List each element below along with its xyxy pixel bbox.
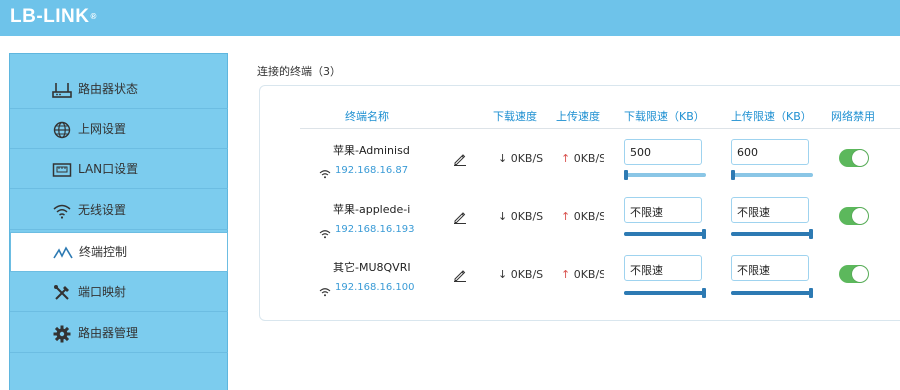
registered-mark: ® [90, 12, 97, 21]
down-limit-slider[interactable] [624, 170, 706, 180]
column-header-up-limit: 上传限速（KB） [731, 110, 812, 123]
lan-port-icon [52, 160, 72, 180]
up-speed: ↑ 0KB/S [561, 152, 604, 165]
down-limit-input[interactable]: 不限速 [624, 197, 702, 223]
up-limit-slider[interactable] [731, 288, 813, 298]
slider-thumb[interactable] [702, 288, 706, 298]
toggle-knob [852, 266, 868, 282]
network-toggle[interactable] [839, 207, 869, 225]
column-header-name: 终端名称 [345, 110, 389, 123]
slider-thumb[interactable] [624, 170, 629, 180]
down-limit-slider[interactable] [624, 229, 706, 239]
up-arrow-icon: ↑ [561, 152, 571, 165]
wifi-icon [319, 282, 331, 301]
page-title: 连接的终端（3） [257, 65, 341, 78]
slider-fill [731, 291, 813, 295]
up-limit-slider[interactable] [731, 170, 813, 180]
toggle-knob [852, 150, 868, 166]
wifi-icon [319, 224, 331, 243]
up-speed: ↑ 0KB/S [561, 210, 604, 223]
gear-icon [52, 324, 72, 344]
up-limit-input[interactable]: 600 [731, 139, 809, 165]
slider-fill [624, 291, 706, 295]
device-name: 其它-MU8QVRI [333, 261, 410, 274]
down-speed-value: 0KB/S [510, 268, 544, 281]
network-toggle[interactable] [839, 265, 869, 283]
sidebar-item-label: 上网设置 [78, 122, 127, 136]
slider-thumb[interactable] [702, 229, 706, 239]
column-header-down-speed: 下载速度 [493, 110, 537, 123]
down-speed: ↓ 0KB/S [498, 210, 556, 223]
down-speed: ↓ 0KB/S [498, 152, 556, 165]
slider-fill [624, 232, 706, 236]
up-speed-value: 0KB/S [573, 210, 604, 223]
sidebar-item-terminal-control[interactable]: 终端控制 [10, 232, 228, 272]
edit-icon[interactable] [453, 151, 467, 170]
up-speed: ↑ 0KB/S [561, 268, 604, 281]
device-ip: 192.168.16.87 [335, 165, 409, 176]
sidebar-item-label: LAN口设置 [78, 162, 139, 176]
wifi-icon [319, 164, 331, 183]
down-speed-value: 0KB/S [510, 210, 544, 223]
down-speed: ↓ 0KB/S [498, 268, 556, 281]
slider-fill [731, 232, 813, 236]
down-arrow-icon: ↓ [498, 210, 508, 223]
sidebar-item-port-mapping[interactable]: 端口映射 [10, 273, 228, 312]
up-speed-value: 0KB/S [573, 268, 604, 281]
down-limit-slider[interactable] [624, 288, 706, 298]
sidebar-item-label: 终端控制 [79, 245, 128, 259]
sidebar-item-label: 路由器管理 [78, 326, 139, 340]
column-header-down-limit: 下载限速（KB） [624, 110, 705, 123]
edit-icon[interactable] [453, 209, 467, 228]
logo-text: LB-LINK [10, 6, 90, 27]
sidebar-item-router-management[interactable]: 路由器管理 [10, 314, 228, 353]
up-limit-input[interactable]: 不限速 [731, 197, 809, 223]
down-limit-input[interactable]: 500 [624, 139, 702, 165]
globe-icon [52, 120, 72, 140]
sidebar-item-label: 路由器状态 [78, 82, 139, 96]
column-header-up-speed: 上传速度 [556, 110, 600, 123]
top-bar: LB-LINK® [0, 0, 900, 36]
sidebar-item-internet-settings[interactable]: 上网设置 [10, 110, 228, 149]
slider-thumb[interactable] [809, 229, 813, 239]
down-arrow-icon: ↓ [498, 152, 508, 165]
toggle-knob [852, 208, 868, 224]
wifi-icon [52, 201, 72, 221]
up-arrow-icon: ↑ [561, 268, 571, 281]
router-icon [52, 80, 72, 100]
up-limit-input[interactable]: 不限速 [731, 255, 809, 281]
down-limit-input[interactable]: 不限速 [624, 255, 702, 281]
down-arrow-icon: ↓ [498, 268, 508, 281]
down-speed-value: 0KB/S [510, 152, 544, 165]
sidebar: 路由器状态 上网设置 LAN口设置 无线设置 终端控制 端口映射 路由器管理 [9, 53, 228, 390]
slider-thumb[interactable] [731, 170, 736, 180]
sidebar-item-label: 端口映射 [78, 285, 127, 299]
up-speed-value: 0KB/S [573, 152, 604, 165]
up-arrow-icon: ↑ [561, 210, 571, 223]
device-ip: 192.168.16.100 [335, 282, 415, 293]
sidebar-item-router-status[interactable]: 路由器状态 [10, 70, 228, 109]
activity-icon [53, 243, 73, 263]
sidebar-item-wireless-settings[interactable]: 无线设置 [10, 191, 228, 230]
tools-icon [52, 283, 72, 303]
slider-thumb[interactable] [809, 288, 813, 298]
sidebar-item-lan-settings[interactable]: LAN口设置 [10, 150, 228, 189]
sidebar-item-label: 无线设置 [78, 203, 127, 217]
brand-logo: LB-LINK® [10, 6, 97, 28]
device-ip: 192.168.16.193 [335, 224, 415, 235]
edit-icon[interactable] [453, 267, 467, 286]
column-header-network-disable: 网络禁用 [831, 110, 875, 123]
network-toggle[interactable] [839, 149, 869, 167]
header-divider [300, 128, 900, 129]
device-name: 苹果-applede-il [333, 203, 410, 216]
device-name: 苹果-Adminisdc [333, 144, 410, 157]
up-limit-slider[interactable] [731, 229, 813, 239]
